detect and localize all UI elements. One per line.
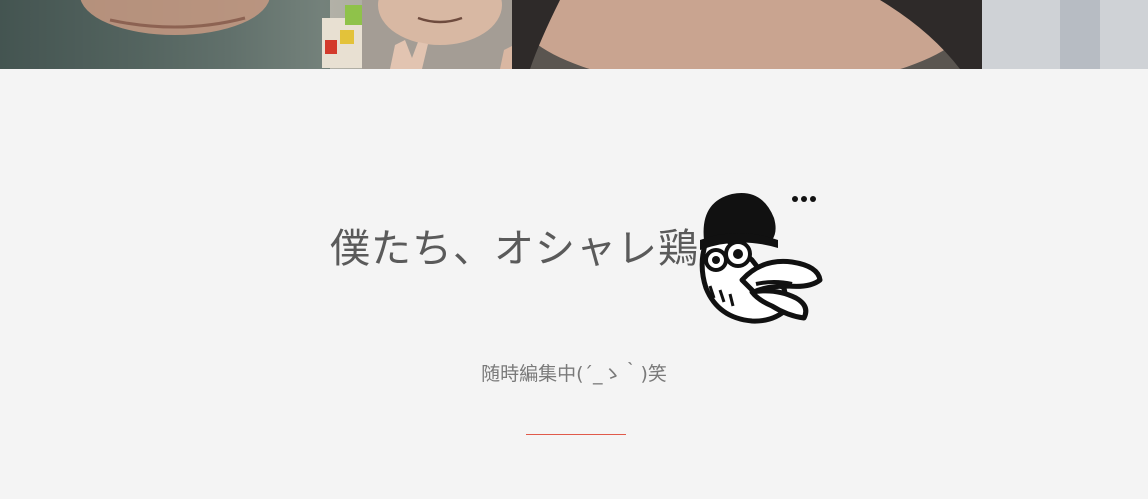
chicken-mascot-icon xyxy=(692,188,824,326)
header-photo xyxy=(0,0,1148,69)
site-title[interactable]: 僕たち、オシャレ鶏 xyxy=(330,224,699,274)
accent-divider xyxy=(526,434,626,435)
page: 僕たち、オシャレ鶏 随時編集中(´_ゝ｀)笑 xyxy=(0,0,1148,499)
header-photo-image xyxy=(0,0,1148,69)
hero-section: 僕たち、オシャレ鶏 随時編集中(´_ゝ｀)笑 xyxy=(0,69,1148,499)
site-tagline: 随時編集中(´_ゝ｀)笑 xyxy=(481,363,667,385)
